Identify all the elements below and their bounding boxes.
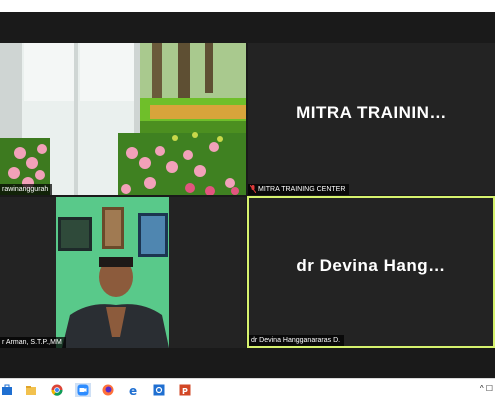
powerpoint-icon[interactable]: P [178, 383, 192, 397]
windows-store-icon[interactable] [0, 383, 14, 397]
participant-video-feed [0, 197, 246, 348]
participant-name-label: rawinanggurah [0, 184, 53, 195]
firefox-icon[interactable] [101, 383, 115, 397]
video-tile-participant-1[interactable]: rawinanggurah [0, 43, 246, 195]
svg-text:P: P [182, 387, 188, 396]
video-tile-active-speaker[interactable]: dr Devina Hang… dr Devina Hangganararas … [247, 196, 495, 348]
participant-name-label: MITRA TRAINING CENTER [248, 184, 350, 195]
participant-name-label: r Arman, S.T.P.,MM [0, 337, 66, 348]
edge-icon[interactable]: e [127, 383, 141, 397]
system-tray[interactable]: ^ ☐ [480, 384, 493, 393]
mic-muted-icon [250, 185, 256, 194]
windows-taskbar: e P ^ ☐ [0, 378, 495, 400]
meeting-top-bar [0, 12, 495, 43]
participant-display-title: dr Devina Hang… [296, 256, 446, 275]
participant-video-feed [0, 43, 246, 195]
chrome-icon[interactable] [50, 383, 64, 397]
participant-name-text: MITRA TRAINING CENTER [258, 186, 346, 193]
zoom-icon[interactable] [75, 383, 91, 397]
window-top-edge [0, 0, 495, 12]
participant-name-label: dr Devina Hangganararas D. [249, 335, 345, 346]
video-tile-participant-2[interactable]: MITRA TRAININ… MITRA TRAINING CENTER [248, 43, 495, 195]
svg-text:e: e [129, 384, 137, 396]
settings-icon[interactable] [152, 383, 166, 397]
participant-display-title: MITRA TRAININ… [296, 103, 447, 122]
file-explorer-icon[interactable] [24, 383, 38, 397]
video-tile-participant-3[interactable]: r Arman, S.T.P.,MM [0, 197, 246, 348]
